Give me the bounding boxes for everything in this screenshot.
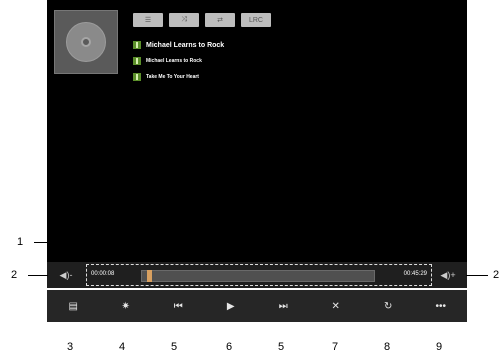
album-name: Take Me To Your Heart xyxy=(146,74,199,80)
track-info: Michael Learns to Rock Michael Learns to… xyxy=(133,38,224,86)
lyrics-button[interactable]: LRC xyxy=(241,13,271,27)
disc-icon xyxy=(66,22,106,62)
next-button[interactable]: ⏭ xyxy=(257,290,310,322)
close-button[interactable]: ✕ xyxy=(310,290,363,322)
volume-down-button[interactable]: ◀)- xyxy=(51,262,81,288)
library-button[interactable]: ▤ xyxy=(47,290,100,322)
artist-row: Michael Learns to Rock xyxy=(133,54,224,68)
label-3: 3 xyxy=(67,341,74,353)
title-row: Michael Learns to Rock xyxy=(133,38,224,52)
seek-bar[interactable] xyxy=(141,270,375,282)
callout-line-2-left xyxy=(28,275,48,276)
seek-thumb[interactable] xyxy=(146,270,152,282)
control-bar: ▤ ✷ ⏮ ▶ ⏭ ✕ ↻ ••• xyxy=(47,290,467,322)
callout-line-1-vertical xyxy=(166,242,167,262)
label-5b: 5 xyxy=(278,341,285,353)
album-row: Take Me To Your Heart xyxy=(133,70,224,84)
label-5a: 5 xyxy=(171,341,178,353)
title-icon xyxy=(133,41,141,49)
artist-name: Michael Learns to Rock xyxy=(146,58,202,64)
effects-button[interactable]: ✷ xyxy=(100,290,153,322)
playlist-button[interactable]: ☰ xyxy=(133,13,163,27)
album-icon xyxy=(133,73,141,81)
label-8: 8 xyxy=(384,341,391,353)
play-button[interactable]: ▶ xyxy=(205,290,258,322)
previous-button[interactable]: ⏮ xyxy=(152,290,205,322)
volume-up-button[interactable]: ◀)+ xyxy=(433,262,463,288)
label-9: 9 xyxy=(436,341,443,353)
elapsed-time: 00:00:08 xyxy=(91,271,115,277)
progress-area: 00:00:08 00:45:29 xyxy=(86,264,432,286)
label-4: 4 xyxy=(119,341,126,353)
callout-line-2-right xyxy=(466,275,488,276)
artist-icon xyxy=(133,57,141,65)
more-button[interactable]: ••• xyxy=(415,290,468,322)
media-player-screen: ☰ ⤨ ⇄ LRC Michael Learns to Rock Michael… xyxy=(47,0,467,262)
track-title: Michael Learns to Rock xyxy=(146,41,225,49)
callout-line-1 xyxy=(34,242,166,243)
repeat-button[interactable]: ⇄ xyxy=(205,13,235,27)
label-7: 7 xyxy=(332,341,339,353)
callout-2-left: 2 xyxy=(11,269,18,281)
label-6: 6 xyxy=(226,341,233,353)
shuffle-button[interactable]: ⤨ xyxy=(169,13,199,27)
total-time: 00:45:29 xyxy=(403,271,427,277)
progress-row: ◀)- 00:00:08 00:45:29 ◀)+ xyxy=(47,262,467,288)
mode-buttons: ☰ ⤨ ⇄ LRC xyxy=(133,13,271,27)
album-art xyxy=(54,10,118,74)
callout-2-right: 2 xyxy=(493,269,500,281)
callout-1: 1 xyxy=(17,236,24,248)
repeat-icon-button[interactable]: ↻ xyxy=(362,290,415,322)
